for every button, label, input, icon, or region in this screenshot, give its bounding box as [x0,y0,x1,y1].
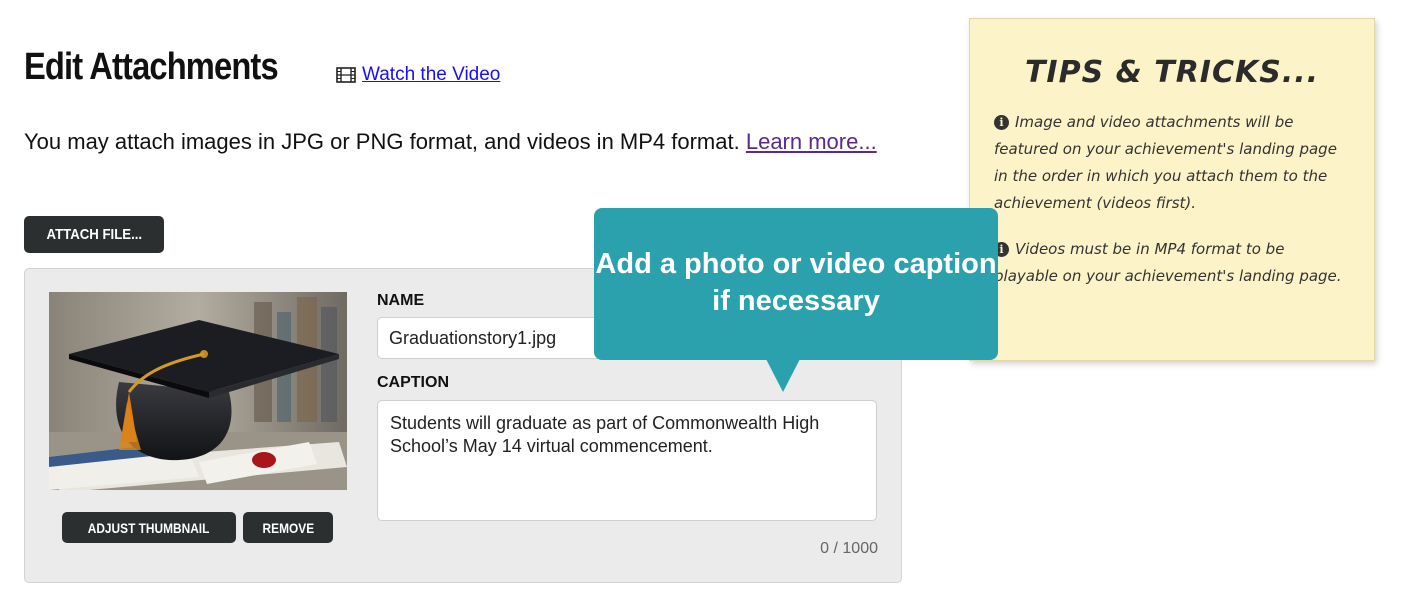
tip-item: i Videos must be in MP4 format to be play… [994,236,1344,290]
graduation-cap-image [49,292,347,490]
watch-video-link-group[interactable]: Watch the Video [336,64,500,86]
caption-label: CAPTION [377,374,449,391]
remove-label: REMOVE [262,519,314,536]
tips-panel: TIPS & TRICKS... i Image and video attach… [969,18,1375,361]
adjust-thumbnail-label: ADJUST THUMBNAIL [88,519,210,536]
tip-text: Image and video attachments will be feat… [994,113,1337,212]
learn-more-link[interactable]: Learn more... [746,129,877,154]
tips-title: TIPS & TRICKS... [1024,55,1320,90]
name-label: NAME [377,292,425,309]
film-icon [336,67,356,83]
page-title: Edit Attachments [24,46,279,88]
intro-text: You may attach images in JPG or PNG form… [24,126,904,158]
remove-button[interactable]: REMOVE [243,512,333,543]
attach-file-label: ATTACH FILE... [46,226,142,243]
character-count: 0 / 1000 [820,540,878,557]
attachment-thumbnail [49,292,347,490]
callout-pointer [766,359,800,392]
watch-video-link[interactable]: Watch the Video [362,64,500,86]
tip-item: i Image and video attachments will be fea… [994,109,1344,217]
caption-callout: Add a photo or video caption if necessar… [594,208,998,392]
info-icon: i [994,115,1009,130]
adjust-thumbnail-button[interactable]: ADJUST THUMBNAIL [62,512,236,543]
tip-text: Videos must be in MP4 format to be playa… [994,240,1342,285]
attach-file-button[interactable]: ATTACH FILE... [24,216,164,253]
caption-textarea[interactable]: Students will graduate as part of Common… [377,400,877,521]
intro-sentence: You may attach images in JPG or PNG form… [24,129,746,154]
callout-text: Add a photo or video caption if necessar… [595,248,997,317]
